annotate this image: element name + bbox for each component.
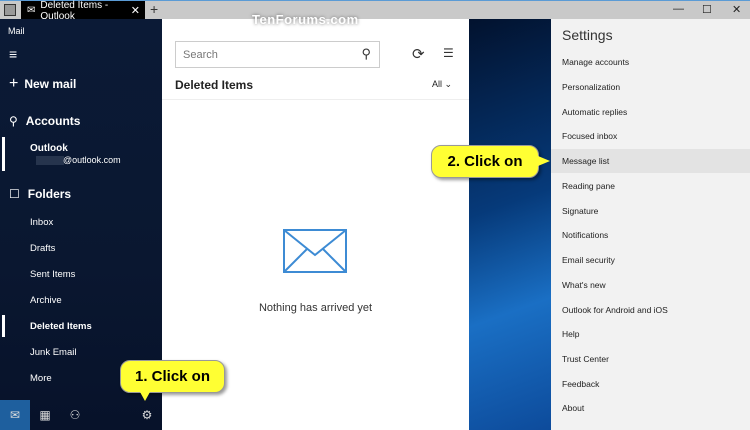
tab-list-icon[interactable]: [4, 4, 16, 16]
folder-icon: ☐: [9, 187, 20, 201]
people-icon[interactable]: ⚇: [60, 400, 90, 430]
minimize-button[interactable]: —: [673, 3, 684, 15]
settings-help[interactable]: Help: [551, 322, 750, 346]
maximize-button[interactable]: ☐: [702, 3, 712, 16]
settings-automatic-replies[interactable]: Automatic replies: [551, 100, 750, 124]
folder-drafts[interactable]: Drafts: [30, 243, 55, 254]
filter-value: All: [432, 79, 443, 89]
title-bar: ✉ Deleted Items - Outlook ✕ + — ☐ ✕: [0, 0, 750, 22]
new-mail-label: New mail: [24, 77, 77, 91]
close-tab-icon[interactable]: ✕: [131, 4, 140, 17]
account-email: @outlook.com: [63, 155, 121, 165]
chevron-down-icon: ⌄: [444, 79, 453, 89]
folder-title: Deleted Items: [175, 78, 254, 92]
divider: [162, 99, 469, 100]
search-icon[interactable]: ⚲: [361, 46, 371, 62]
settings-focused-inbox[interactable]: Focused inbox: [551, 124, 750, 148]
settings-trust-center[interactable]: Trust Center: [551, 347, 750, 371]
mail-icon: ✉: [27, 5, 36, 16]
folder-deleted-items[interactable]: Deleted Items: [30, 321, 92, 332]
sync-icon[interactable]: ⟳: [412, 45, 425, 63]
app-name: Mail: [8, 26, 25, 36]
settings-about[interactable]: About: [551, 396, 750, 420]
callout-step-2: 2. Click on: [431, 145, 539, 178]
callout-step-1-text: 1. Click on: [134, 368, 211, 385]
callout-step-2-text: 2. Click on: [447, 153, 523, 170]
settings-outlook-mobile[interactable]: Outlook for Android and iOS: [551, 298, 750, 322]
app-switcher: ✉ ▦ ⚇ ⚙: [0, 400, 162, 430]
settings-whats-new[interactable]: What's new: [551, 273, 750, 297]
envelope-icon: [283, 229, 347, 273]
callout-pointer: [538, 156, 550, 166]
folder-inbox[interactable]: Inbox: [30, 217, 53, 228]
search-placeholder: Search: [183, 49, 218, 61]
settings-gear-icon[interactable]: ⚙: [132, 400, 162, 430]
search-input[interactable]: Search ⚲: [175, 41, 380, 68]
redacted-username: [36, 156, 64, 165]
watermark: TenForums.com: [252, 12, 359, 27]
callout-step-1: 1. Click on: [120, 360, 225, 393]
browser-tab[interactable]: ✉ Deleted Items - Outlook ✕: [21, 0, 145, 22]
folder-junk-email[interactable]: Junk Email: [30, 347, 76, 358]
folder-sent-items[interactable]: Sent Items: [30, 269, 75, 280]
settings-notifications[interactable]: Notifications: [551, 223, 750, 247]
accounts-label: Accounts: [25, 114, 81, 128]
selection-indicator: [2, 137, 5, 171]
filter-dropdown[interactable]: All ⌄: [432, 79, 452, 90]
settings-reading-pane[interactable]: Reading pane: [551, 174, 750, 198]
folders-header[interactable]: ☐ Folders: [9, 187, 71, 201]
mail-icon[interactable]: ✉: [0, 400, 30, 430]
settings-title: Settings: [562, 27, 613, 43]
accounts-header[interactable]: ⚲ Accounts: [9, 114, 80, 128]
settings-email-security[interactable]: Email security: [551, 248, 750, 272]
close-button[interactable]: ✕: [732, 3, 741, 16]
new-tab-button[interactable]: +: [150, 1, 158, 17]
person-icon: ⚲: [9, 114, 18, 128]
folder-archive[interactable]: Archive: [30, 295, 62, 306]
settings-pane: Settings Manage accounts Personalization…: [551, 19, 750, 430]
new-mail-button[interactable]: + New mail: [9, 75, 76, 93]
hamburger-icon[interactable]: ≡: [9, 46, 17, 62]
folder-more[interactable]: More: [30, 373, 52, 384]
selection-indicator: [2, 315, 5, 337]
settings-signature[interactable]: Signature: [551, 199, 750, 223]
calendar-icon[interactable]: ▦: [30, 400, 60, 430]
desktop-wallpaper: [469, 19, 551, 430]
settings-personalization[interactable]: Personalization: [551, 75, 750, 99]
settings-message-list[interactable]: Message list: [551, 149, 750, 173]
empty-message: Nothing has arrived yet: [258, 302, 373, 314]
settings-feedback[interactable]: Feedback: [551, 372, 750, 396]
settings-manage-accounts[interactable]: Manage accounts: [551, 50, 750, 74]
account-name[interactable]: Outlook: [30, 143, 68, 154]
selection-mode-icon[interactable]: ☰: [443, 46, 454, 60]
folders-label: Folders: [27, 187, 72, 201]
plus-icon: +: [9, 75, 19, 92]
callout-pointer: [140, 392, 150, 401]
